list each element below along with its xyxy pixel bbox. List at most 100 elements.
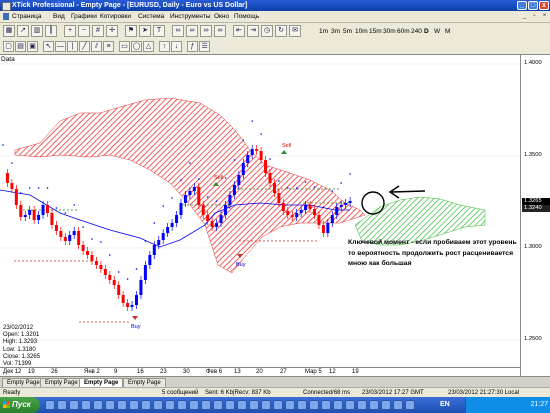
- triangle-icon[interactable]: △: [143, 41, 154, 52]
- scroll-icon[interactable]: ⇤: [233, 25, 245, 37]
- hline-icon[interactable]: —: [55, 41, 66, 52]
- quick-launch-icon[interactable]: [141, 400, 151, 410]
- line-chart-icon[interactable]: ↗: [17, 25, 29, 37]
- quick-launch-icon[interactable]: [69, 400, 79, 410]
- quick-launch-icon[interactable]: [81, 400, 91, 410]
- period-icon[interactable]: ◷: [261, 25, 273, 37]
- zoom-out-icon[interactable]: −: [78, 25, 90, 37]
- quick-launch-icon[interactable]: [261, 400, 271, 410]
- glasses2-icon[interactable]: ∞: [186, 25, 198, 37]
- glasses-icon[interactable]: ∞: [172, 25, 184, 37]
- new-page-icon[interactable]: ▢: [3, 41, 14, 52]
- price-chart[interactable]: Sell Sell Buy Buy: [0, 55, 520, 367]
- refresh-icon[interactable]: ↻: [275, 25, 287, 37]
- up-arrow-icon[interactable]: ↑: [159, 41, 170, 52]
- fibo-icon[interactable]: ≡: [103, 41, 114, 52]
- quick-launch-icon[interactable]: [309, 400, 319, 410]
- cursor-icon[interactable]: ↖: [43, 41, 54, 52]
- save-icon[interactable]: ▣: [27, 41, 38, 52]
- grid-icon[interactable]: #: [92, 25, 104, 37]
- quick-launch-icon[interactable]: [285, 400, 295, 410]
- menu-system[interactable]: Система: [138, 11, 164, 22]
- quick-launch-icon[interactable]: [177, 400, 187, 410]
- text-icon[interactable]: T: [153, 25, 165, 37]
- down-arrow-icon[interactable]: ↓: [171, 41, 182, 52]
- trendline-icon[interactable]: ╱: [79, 41, 90, 52]
- mdi-restore-button[interactable]: ▫: [530, 12, 539, 20]
- menu-page[interactable]: Страница: [12, 11, 41, 22]
- glasses3-icon[interactable]: ∞: [200, 25, 212, 37]
- candle-body: [41, 205, 45, 215]
- quick-launch-icon[interactable]: [117, 400, 127, 410]
- menu-help[interactable]: Помощь: [234, 11, 259, 22]
- quick-launch-icon[interactable]: [57, 400, 67, 410]
- timeframe-5m[interactable]: 5m: [343, 26, 352, 37]
- quick-launch-icon[interactable]: [45, 400, 55, 410]
- indicator-icon[interactable]: ƒ: [187, 41, 198, 52]
- quick-launch-icon[interactable]: [297, 400, 307, 410]
- candle-body: [166, 227, 170, 233]
- quick-launch-icon[interactable]: [381, 400, 391, 410]
- quick-launch-icon[interactable]: [321, 400, 331, 410]
- quick-launch-icon[interactable]: [93, 400, 103, 410]
- quick-launch-icon[interactable]: [369, 400, 379, 410]
- flag-icon[interactable]: ⚑: [125, 25, 137, 37]
- quick-launch-icon[interactable]: [213, 400, 223, 410]
- quick-launch-icon[interactable]: [405, 400, 415, 410]
- quick-launch-icon[interactable]: [249, 400, 259, 410]
- template-icon[interactable]: ☰: [199, 41, 210, 52]
- mdi-minimize-button[interactable]: _: [520, 12, 529, 20]
- menu-tools[interactable]: Инструменты: [170, 11, 211, 22]
- menu-quotes[interactable]: Котировки: [100, 11, 131, 22]
- channel-icon[interactable]: ⫽: [91, 41, 102, 52]
- crosshair-icon[interactable]: ✛: [106, 25, 118, 37]
- quick-launch-icon[interactable]: [393, 400, 403, 410]
- minimize-button[interactable]: _: [517, 1, 527, 10]
- bar-chart-icon[interactable]: ▥: [31, 25, 43, 37]
- quick-launch-icon[interactable]: [105, 400, 115, 410]
- arrow-icon[interactable]: ➤: [139, 25, 151, 37]
- timeframe-d[interactable]: D: [424, 26, 429, 37]
- quick-launch-icon[interactable]: [153, 400, 163, 410]
- quick-launch-icon[interactable]: [345, 400, 355, 410]
- menu-charts[interactable]: Графики: [71, 11, 97, 22]
- timeframe-w[interactable]: W: [434, 26, 440, 37]
- open-icon[interactable]: ▤: [15, 41, 26, 52]
- glasses4-icon[interactable]: ∞: [214, 25, 226, 37]
- timeframe-30m[interactable]: 30m: [383, 26, 396, 37]
- quick-launch-icon[interactable]: [357, 400, 367, 410]
- timeframe-240[interactable]: 240: [411, 26, 422, 37]
- quick-launch-icon[interactable]: [225, 400, 235, 410]
- timeframe-m[interactable]: M: [445, 26, 450, 37]
- quick-launch-icon[interactable]: [165, 400, 175, 410]
- quick-launch-icon[interactable]: [129, 400, 139, 410]
- timeframe-3m[interactable]: 3m: [331, 26, 340, 37]
- vline-icon[interactable]: |: [67, 41, 78, 52]
- menu-view[interactable]: Вид: [53, 11, 65, 22]
- quick-launch-icon[interactable]: [333, 400, 343, 410]
- start-button[interactable]: Пуск: [0, 397, 40, 413]
- timeframe-15m[interactable]: 15m: [369, 26, 382, 37]
- candle-chart-icon[interactable]: ┃: [45, 25, 57, 37]
- mdi-close-button[interactable]: ×: [540, 12, 549, 20]
- close-button[interactable]: x: [539, 1, 549, 10]
- price-axis[interactable]: 1.4000 1.3500 1.3265 1.3240 1.3000 1.250…: [520, 55, 550, 377]
- zoom-in-icon[interactable]: +: [64, 25, 76, 37]
- chart-icon[interactable]: ▦: [3, 25, 15, 37]
- quick-launch-icon[interactable]: [189, 400, 199, 410]
- quick-launch-icon[interactable]: [237, 400, 247, 410]
- timeframe-1m[interactable]: 1m: [319, 26, 328, 37]
- timeframe-10m[interactable]: 10m: [355, 26, 368, 37]
- timeframe-60m[interactable]: 60m: [397, 26, 410, 37]
- shift-icon[interactable]: ⇥: [247, 25, 259, 37]
- menu-window[interactable]: Окно: [214, 11, 229, 22]
- chart-area[interactable]: Data Sell Sell Buy Buy Ключевой момент -…: [0, 54, 550, 378]
- language-indicator[interactable]: EN: [440, 397, 450, 413]
- maximize-button[interactable]: □: [528, 1, 538, 10]
- ellipse-icon[interactable]: ◯: [131, 41, 142, 52]
- quick-launch-icon[interactable]: [273, 400, 283, 410]
- quick-launch-icon[interactable]: [201, 400, 211, 410]
- rectangle-icon[interactable]: ▭: [119, 41, 130, 52]
- mail-icon[interactable]: ✉: [289, 25, 301, 37]
- candle-body: [264, 160, 268, 173]
